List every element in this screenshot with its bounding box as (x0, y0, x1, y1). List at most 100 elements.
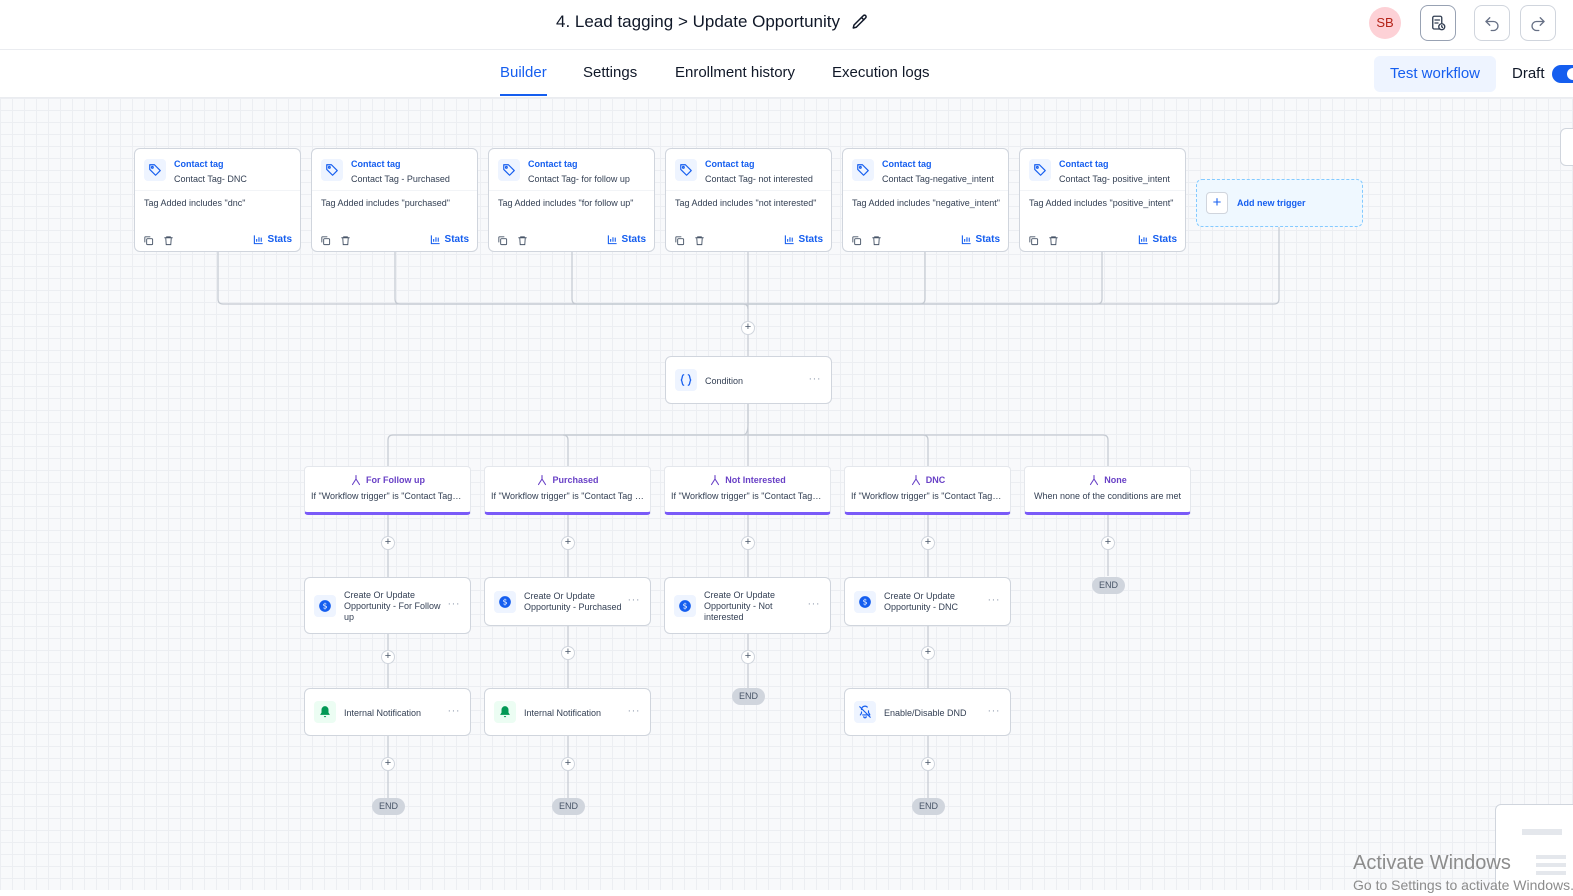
action-label: Internal Notification (344, 708, 422, 718)
stats-button[interactable]: Stats (784, 234, 823, 245)
copy-icon[interactable] (320, 235, 331, 246)
internal-notification-node[interactable]: Internal Notification ··· (484, 688, 651, 736)
branch-node[interactable]: None When none of the conditions are met (1024, 466, 1191, 515)
copy-icon[interactable] (674, 235, 685, 246)
trigger-filter: Tag Added includes "negative_intent" (852, 198, 1000, 208)
svg-text:$: $ (503, 598, 508, 607)
stats-button[interactable]: Stats (961, 234, 1000, 245)
add-action-button[interactable]: + (381, 757, 395, 771)
tab-enrollment-history[interactable]: Enrollment history (675, 64, 795, 81)
add-new-trigger-button[interactable]: + Add new trigger (1196, 179, 1363, 227)
copy-icon[interactable] (497, 235, 508, 246)
trigger-card[interactable]: Contact tag Contact Tag- positive_intent… (1019, 148, 1186, 252)
add-action-button[interactable]: + (741, 536, 755, 550)
add-action-button[interactable]: + (921, 757, 935, 771)
copy-icon[interactable] (1028, 235, 1039, 246)
divider (489, 190, 654, 191)
tab-builder[interactable]: Builder (500, 64, 547, 81)
trigger-filter: Tag Added includes "for follow up" (498, 198, 634, 208)
trigger-card[interactable]: Contact tag Contact Tag - Purchased Tag … (311, 148, 478, 252)
stats-button[interactable]: Stats (607, 234, 646, 245)
trigger-filter: Tag Added includes "dnc" (144, 198, 246, 208)
stats-label: Stats (621, 234, 646, 245)
add-action-button[interactable]: + (1101, 536, 1115, 550)
add-action-button[interactable]: + (741, 321, 755, 335)
active-tab-indicator (500, 94, 547, 96)
opportunity-action-node[interactable]: $ Create Or Update Opportunity - DNC ··· (844, 577, 1011, 626)
divider (843, 190, 1008, 191)
branch-condition: If "Workflow trigger" is "Contact Tag- D… (851, 491, 1004, 501)
braces-icon (675, 369, 697, 391)
dnd-action-node[interactable]: Enable/Disable DND ··· (844, 688, 1011, 736)
trigger-name: Contact Tag- positive_intent (1059, 174, 1170, 184)
avatar[interactable]: SB (1369, 7, 1401, 39)
add-action-button[interactable]: + (561, 536, 575, 550)
opportunity-action-node[interactable]: $ Create Or Update Opportunity - Not int… (664, 577, 831, 634)
stats-button[interactable]: Stats (1138, 234, 1177, 245)
windows-activation-watermark: Activate Windows Go to Settings to activ… (1353, 852, 1573, 896)
branch-title: For Follow up (366, 475, 425, 485)
trash-icon[interactable] (871, 235, 882, 246)
copy-icon[interactable] (851, 235, 862, 246)
trash-icon[interactable] (340, 235, 351, 246)
stats-label: Stats (798, 234, 823, 245)
tab-settings[interactable]: Settings (583, 64, 637, 81)
trash-icon[interactable] (163, 235, 174, 246)
condition-label: Condition (705, 376, 744, 386)
add-action-button[interactable]: + (921, 536, 935, 550)
more-options-icon[interactable]: ··· (628, 594, 641, 606)
split-icon (711, 474, 720, 486)
redo-button[interactable] (1520, 5, 1556, 41)
trigger-card[interactable]: Contact tag Contact Tag- not interested … (665, 148, 832, 252)
trigger-card[interactable]: Contact tag Contact Tag- for follow up T… (488, 148, 655, 252)
more-options-icon[interactable]: ··· (988, 705, 1001, 717)
stats-button[interactable]: Stats (430, 234, 469, 245)
publish-toggle[interactable] (1552, 65, 1573, 83)
workflow-title[interactable]: 4. Lead tagging > Update Opportunity (556, 12, 840, 32)
opportunity-action-node[interactable]: $ Create Or Update Opportunity - For Fol… (304, 577, 471, 634)
add-action-button[interactable]: + (921, 646, 935, 660)
trash-icon[interactable] (517, 235, 528, 246)
zoom-controls[interactable] (1560, 128, 1573, 166)
add-action-button[interactable]: + (561, 646, 575, 660)
trigger-footer: Stats (312, 233, 477, 247)
stats-button[interactable]: Stats (253, 234, 292, 245)
pencil-icon[interactable] (851, 13, 869, 31)
add-action-button[interactable]: + (561, 757, 575, 771)
undo-button[interactable] (1474, 5, 1510, 41)
add-action-button[interactable]: + (381, 536, 395, 550)
test-workflow-button[interactable]: Test workflow (1374, 56, 1496, 92)
more-options-icon[interactable]: ··· (628, 705, 641, 717)
trigger-type: Contact tag (1059, 159, 1109, 169)
branch-node[interactable]: Not Interested If "Workflow trigger" is … (664, 466, 831, 515)
add-trigger-label: Add new trigger (1237, 198, 1306, 208)
trigger-card[interactable]: Contact tag Contact Tag- DNC Tag Added i… (134, 148, 301, 252)
copy-icon[interactable] (143, 235, 154, 246)
workflow-canvas[interactable]: Contact tag Contact Tag- DNC Tag Added i… (0, 98, 1573, 890)
add-action-button[interactable]: + (381, 650, 395, 664)
condition-node[interactable]: Condition ··· (665, 356, 832, 404)
add-action-button[interactable]: + (741, 650, 755, 664)
trash-icon[interactable] (1048, 235, 1059, 246)
more-options-icon[interactable]: ··· (808, 598, 821, 610)
opportunity-action-node[interactable]: $ Create Or Update Opportunity - Purchas… (484, 577, 651, 626)
tag-icon (852, 159, 874, 181)
bell-icon (314, 701, 336, 723)
more-options-icon[interactable]: ··· (448, 598, 461, 610)
more-options-icon[interactable]: ··· (448, 705, 461, 717)
branch-node[interactable]: For Follow up If "Workflow trigger" is "… (304, 466, 471, 515)
branch-node[interactable]: DNC If "Workflow trigger" is "Contact Ta… (844, 466, 1011, 515)
version-history-button[interactable] (1420, 5, 1456, 41)
stats-label: Stats (267, 234, 292, 245)
tab-execution-logs[interactable]: Execution logs (832, 64, 930, 81)
trigger-card[interactable]: Contact tag Contact Tag-negative_intent … (842, 148, 1009, 252)
trigger-name: Contact Tag- not interested (705, 174, 813, 184)
branch-condition: If "Workflow trigger" is "Contact Tag- n… (671, 491, 824, 501)
more-options-icon[interactable]: ··· (988, 594, 1001, 606)
action-label: Create Or Update Opportunity - For Follo… (344, 590, 441, 622)
more-options-icon[interactable]: ··· (809, 373, 822, 385)
trash-icon[interactable] (694, 235, 705, 246)
dollar-icon: $ (674, 595, 696, 617)
internal-notification-node[interactable]: Internal Notification ··· (304, 688, 471, 736)
branch-node[interactable]: Purchased If "Workflow trigger" is "Cont… (484, 466, 651, 515)
